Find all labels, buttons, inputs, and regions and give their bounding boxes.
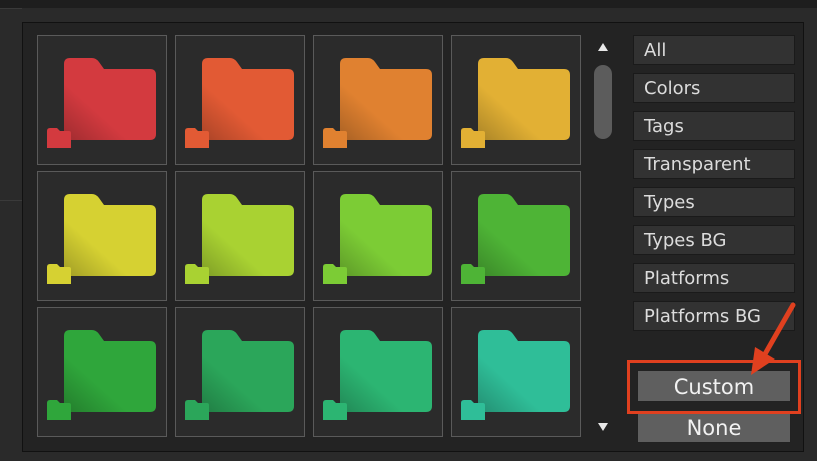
folder-style-amber[interactable] (451, 35, 581, 165)
folder-icon (461, 194, 570, 284)
category-platforms-bg-button[interactable]: Platforms BG (633, 301, 795, 331)
background-line (0, 8, 22, 9)
folder-icon (185, 58, 294, 148)
folder-style-yellow[interactable] (37, 171, 167, 301)
category-tags-button[interactable]: Tags (633, 111, 795, 141)
folder-icon (47, 58, 156, 148)
folder-icon (461, 330, 570, 420)
scrollbar-thumb[interactable] (594, 65, 612, 139)
folder-icon (323, 194, 432, 284)
category-all-button[interactable]: All (633, 35, 795, 65)
category-types-bg-button[interactable]: Types BG (633, 225, 795, 255)
scroll-up-icon[interactable] (598, 43, 608, 51)
folder-style-red[interactable] (37, 35, 167, 165)
none-button[interactable]: None (637, 411, 791, 443)
scroll-down-icon[interactable] (598, 423, 608, 431)
category-transparent-button[interactable]: Transparent (633, 149, 795, 179)
folder-style-orange[interactable] (313, 35, 443, 165)
folder-style-medium-green[interactable] (37, 307, 167, 437)
folder-style-orange-red[interactable] (175, 35, 305, 165)
folder-style-yellow-green[interactable] (175, 171, 305, 301)
folder-icon (47, 194, 156, 284)
folder-icon (47, 330, 156, 420)
background-line (0, 200, 22, 201)
folder-style-light-green[interactable] (313, 171, 443, 301)
folder-style-picker-panel: All Colors Tags Transparent Types Types … (22, 22, 804, 452)
custom-button[interactable]: Custom (637, 370, 791, 402)
category-types-button[interactable]: Types (633, 187, 795, 217)
folder-icon (185, 194, 294, 284)
folder-style-green[interactable] (451, 171, 581, 301)
folder-style-emerald[interactable] (175, 307, 305, 437)
window-top-strip (0, 0, 817, 8)
category-colors-button[interactable]: Colors (633, 73, 795, 103)
folder-icon (323, 58, 432, 148)
folder-icon (185, 330, 294, 420)
category-platforms-button[interactable]: Platforms (633, 263, 795, 293)
folder-style-teal[interactable] (451, 307, 581, 437)
category-list: All Colors Tags Transparent Types Types … (633, 35, 797, 339)
folder-style-sea-green[interactable] (313, 307, 443, 437)
grid-scrollbar[interactable] (591, 35, 615, 439)
folder-icon-grid (37, 35, 581, 437)
folder-icon (323, 330, 432, 420)
folder-icon (461, 58, 570, 148)
